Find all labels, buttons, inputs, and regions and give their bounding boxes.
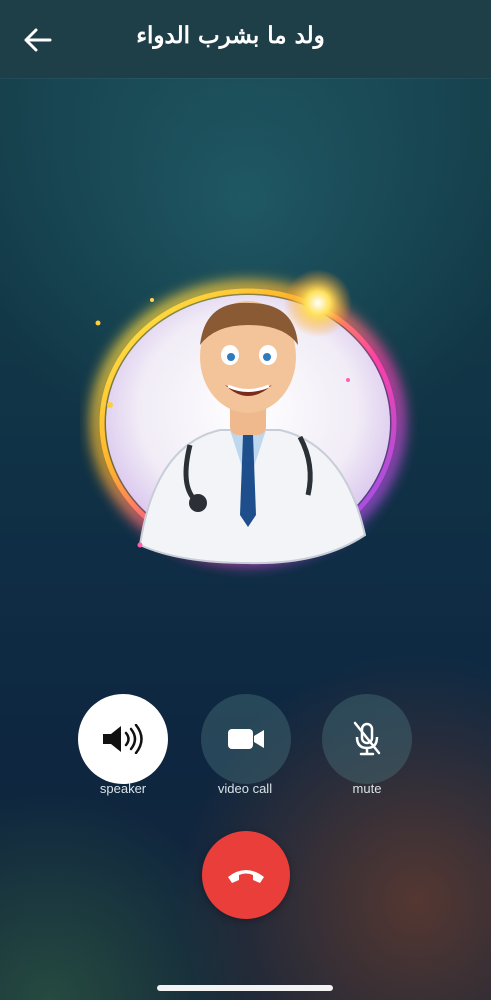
video-call-button[interactable] — [201, 694, 291, 784]
mute-label: mute — [352, 781, 382, 796]
top-bar: ولد ما بشرب الدواء — [0, 0, 491, 78]
end-call-button[interactable] — [202, 831, 290, 919]
arrow-left-icon — [24, 28, 52, 52]
speaker-icon — [103, 724, 143, 754]
speaker-button[interactable] — [78, 694, 168, 784]
back-button[interactable] — [22, 24, 56, 56]
mute-button[interactable] — [322, 694, 412, 784]
phone-hangup-icon — [228, 870, 264, 883]
video-call-label: video call — [217, 781, 273, 796]
caller-avatar — [80, 245, 420, 585]
microphone-off-icon — [353, 721, 381, 756]
call-title: ولد ما بشرب الدواء — [136, 22, 325, 49]
call-controls: speaker video call mute — [0, 694, 491, 814]
speaker-label: speaker — [99, 781, 147, 796]
video-camera-icon — [228, 729, 264, 749]
home-indicator — [157, 985, 333, 991]
